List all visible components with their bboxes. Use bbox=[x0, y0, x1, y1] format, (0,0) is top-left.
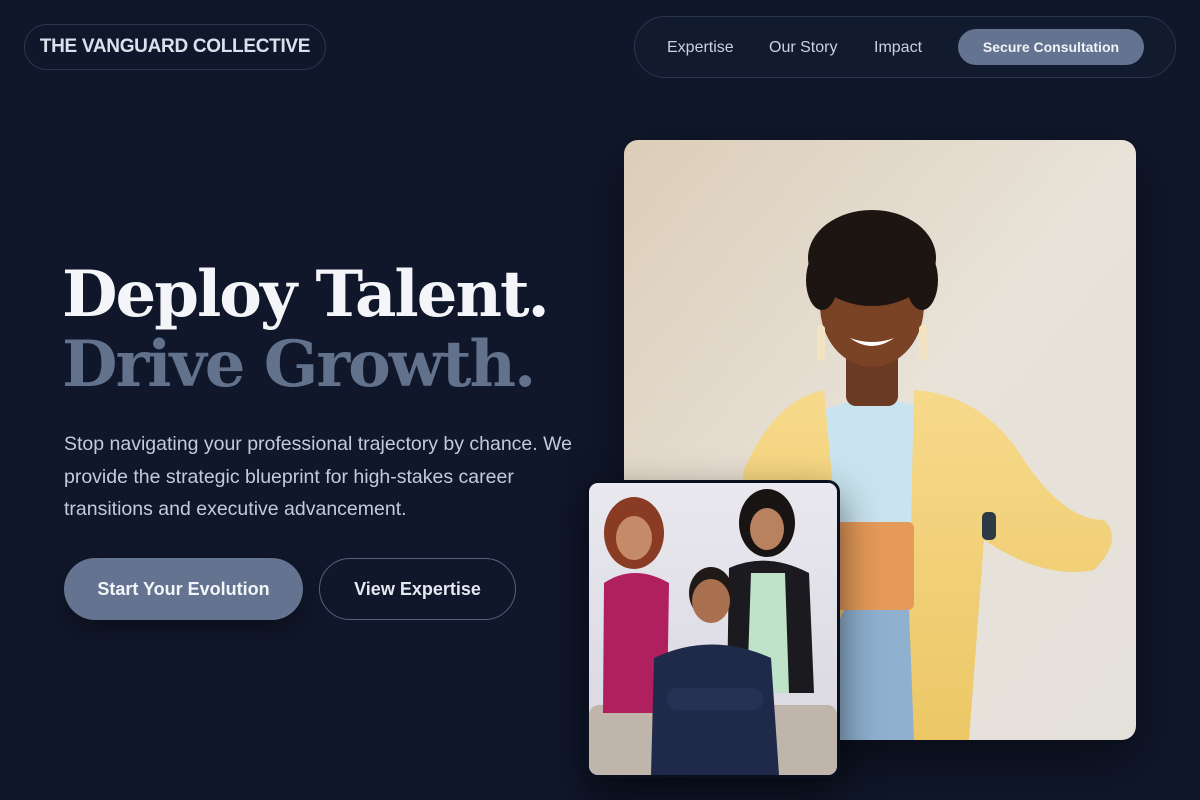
hero-headline: Deploy Talent. Drive Growth. bbox=[62, 257, 550, 402]
nav-link-impact[interactable]: Impact bbox=[874, 17, 922, 79]
start-evolution-button[interactable]: Start Your Evolution bbox=[64, 558, 303, 620]
headline-line-2: Drive Growth. bbox=[62, 327, 536, 402]
view-expertise-button[interactable]: View Expertise bbox=[319, 558, 516, 620]
team-illustration bbox=[589, 483, 837, 775]
nav-link-our-story[interactable]: Our Story bbox=[769, 17, 837, 79]
brand-logo[interactable]: THE VANGUARD COLLECTIVE bbox=[24, 24, 326, 70]
hero-description: Stop navigating your professional trajec… bbox=[64, 433, 572, 520]
brand-name: THE VANGUARD COLLECTIVE bbox=[39, 36, 311, 57]
headline-line-1: Deploy Talent. bbox=[62, 257, 550, 332]
secure-consultation-button[interactable]: Secure Consultation bbox=[958, 29, 1144, 65]
team-photo bbox=[586, 480, 840, 778]
landing-page: THE VANGUARD COLLECTIVE Expertise Our St… bbox=[0, 0, 1200, 800]
top-navigation: Expertise Our Story Impact Secure Consul… bbox=[634, 16, 1176, 78]
nav-link-expertise[interactable]: Expertise bbox=[667, 17, 734, 79]
